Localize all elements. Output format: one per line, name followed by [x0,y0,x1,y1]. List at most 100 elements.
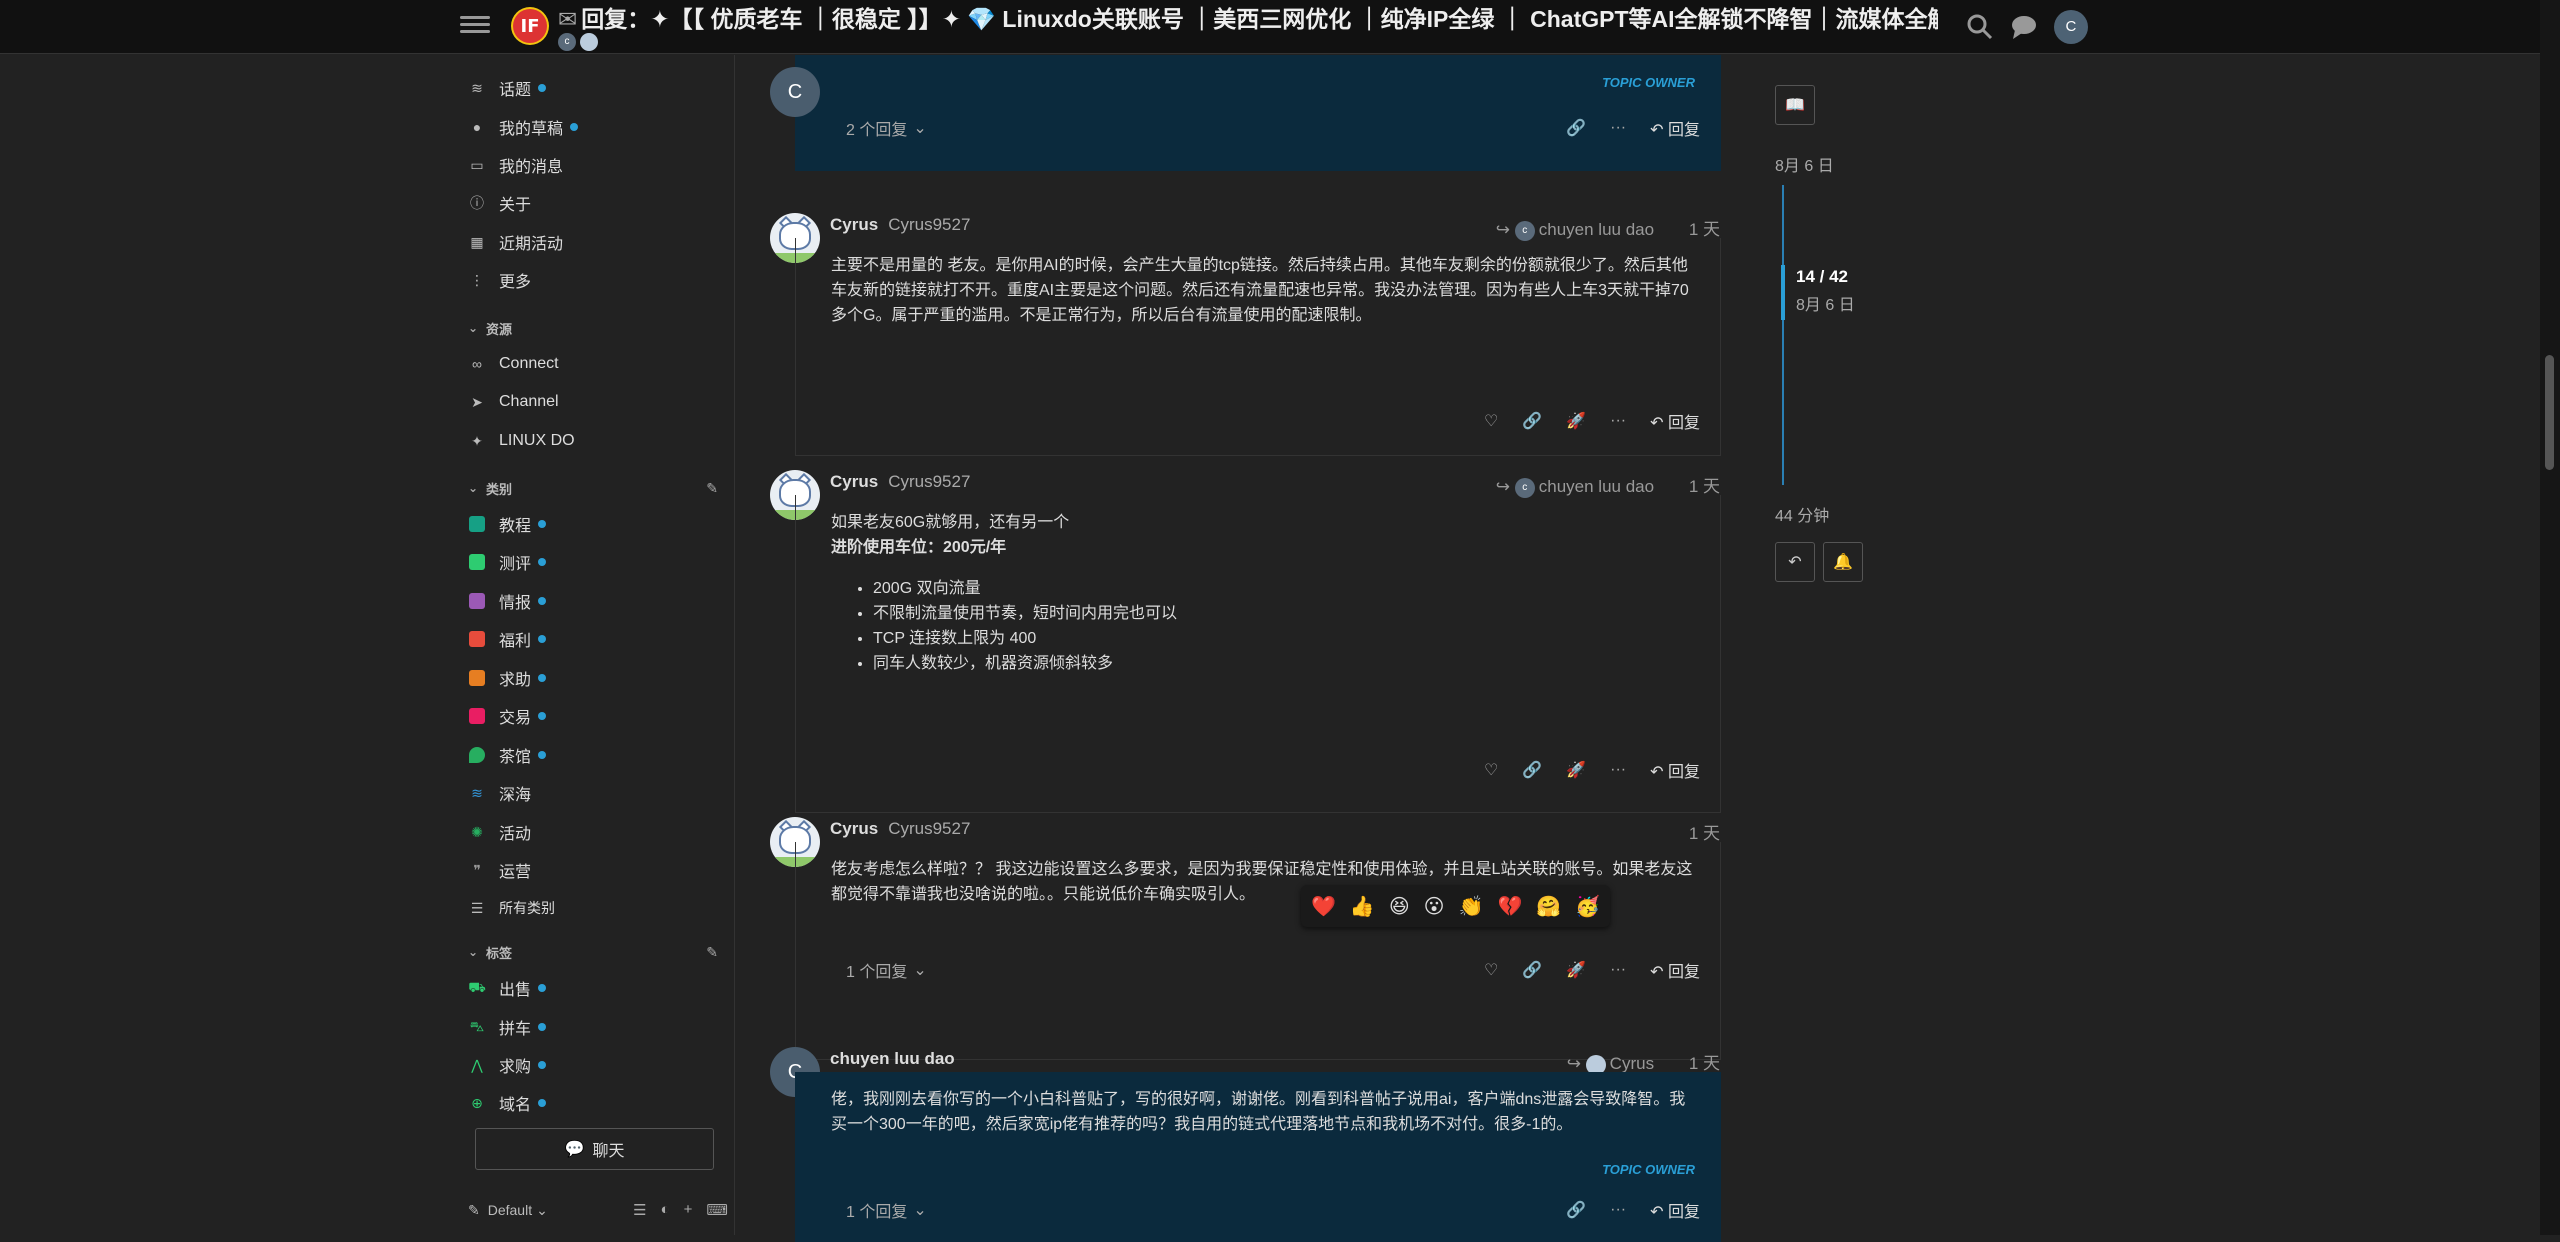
more-icon[interactable]: ··· [1610,119,1626,137]
avatar[interactable]: C [770,67,820,117]
sidebar-tag-sell[interactable]: ⛟ 出售 [468,973,547,1003]
chat-button[interactable]: 💬 聊天 [475,1128,714,1170]
reaction-heart[interactable]: ❤️ [1311,894,1336,919]
heart-icon[interactable]: ♡ [1484,760,1498,780]
post-username[interactable]: Cyrus [830,472,878,491]
post-time[interactable]: 1 天 [1689,1054,1720,1073]
theme-selector[interactable]: Default [488,1202,532,1218]
timeline-reply-button[interactable]: ↶ [1775,542,1815,582]
reply-button[interactable]: ↶ 回复 [1650,116,1700,140]
sidebar-category-tutorial[interactable]: 教程 [468,509,547,539]
topic-title[interactable]: ✉ 回复：✦【【 优质老车 ｜很稳定 】】✦ 💎 Linuxdo关联账号 ｜美西三… [558,4,1938,34]
sidebar-item-messages[interactable]: ▭ 我的消息 [468,150,563,180]
link-icon[interactable]: 🔗 [1522,760,1542,780]
pencil-icon[interactable]: ✎ [706,480,718,497]
pencil-icon[interactable]: ✎ [706,944,718,961]
sidebar-category-news[interactable]: 情报 [468,586,547,616]
sidebar-item-channel[interactable]: ➤ Channel [468,387,558,417]
heart-icon[interactable]: ♡ [1484,960,1498,980]
contrast-icon[interactable]: ◐ [661,1201,670,1219]
replies-toggle[interactable]: 1 个回复 ⌄ [846,1197,927,1223]
chat-bubble-icon[interactable] [2009,12,2039,42]
reply-button[interactable]: ↶ 回复 [1650,958,1700,982]
more-icon[interactable]: ··· [1610,761,1626,779]
replies-toggle[interactable]: 2 个回复 ⌄ [846,115,927,141]
sidebar-item-topics[interactable]: ≋ 话题 [468,73,547,103]
notification-button[interactable]: 🔔 [1823,542,1863,582]
sidebar-category-deepsea[interactable]: ≋ 深海 [468,778,531,808]
sidebar-section-resources[interactable]: ⌄ 资源 [468,316,718,340]
reply-to-link[interactable]: ↪ c chuyen luu dao [1496,477,1654,498]
post-username[interactable]: chuyen luu dao [830,1049,955,1068]
link-icon[interactable]: 🔗 [1566,118,1586,138]
sidebar-item-activity[interactable]: ▦ 近期活动 [468,227,563,257]
post-time[interactable]: 1 天 [1689,477,1720,496]
sidebar-category-teahouse[interactable]: 茶馆 [468,740,547,770]
site-logo[interactable]: IF [511,7,549,45]
user-avatar[interactable]: C [2053,10,2088,44]
reaction-hug[interactable]: 🤗 [1536,894,1561,919]
summary-button[interactable]: 📖 [1775,85,1815,125]
sidebar-tag-buy[interactable]: ⋀ 求购 [468,1050,547,1080]
more-icon[interactable]: ··· [1610,1201,1626,1219]
reaction-thumbs-up[interactable]: 👍 [1350,894,1375,919]
more-icon[interactable]: ··· [1610,412,1626,430]
post-time[interactable]: 1 天 [1689,824,1720,843]
sidebar-section-tags[interactable]: ⌄ 标签 ✎ [468,940,718,964]
sidebar-category-review[interactable]: 测评 [468,547,547,577]
sidebar-category-trade[interactable]: 交易 [468,701,547,731]
sidebar-item-about[interactable]: ⓘ 关于 [468,188,531,218]
reply-button[interactable]: ↶ 回复 [1650,1198,1700,1222]
sidebar-item-drafts[interactable]: ● 我的草稿 [468,112,579,142]
sidebar-section-categories[interactable]: ⌄ 类别 ✎ [468,476,718,500]
reply-button[interactable]: ↶ 回复 [1650,409,1700,433]
reply-to-link[interactable]: ↪ c chuyen luu dao [1496,220,1654,241]
post-time[interactable]: 1 天 [1689,220,1720,239]
sidebar-category-help[interactable]: 求助 [468,663,547,693]
sidebar-tag-carpool[interactable]: ⛍ 拼车 [468,1012,547,1042]
hamburger-menu-icon[interactable] [460,12,490,40]
reaction-party[interactable]: 🥳 [1575,894,1600,919]
page-scrollbar[interactable] [2540,0,2560,1235]
timeline-start-date[interactable]: 8月 6 日 [1775,152,1834,176]
sidebar-category-ops[interactable]: ❞ 运营 [468,855,531,885]
link-icon[interactable]: 🔗 [1566,1200,1586,1220]
sidebar-item-connect[interactable]: ∞ Connect [468,349,559,379]
post-username[interactable]: Cyrus [830,215,878,234]
post-handle[interactable]: Cyrus9527 [888,472,970,491]
sliders-icon[interactable]: ☰ [633,1201,646,1219]
replies-toggle[interactable]: 1 个回复 ⌄ [846,957,927,983]
reply-to-link[interactable]: ↪ Cyrus [1567,1054,1654,1075]
reaction-surprised[interactable]: 😮 [1424,894,1445,919]
timeline-scrollarea[interactable] [1782,185,1784,485]
sidebar-item-more[interactable]: ⋮ 更多 [468,265,531,295]
rocket-icon[interactable]: 🚀 [1566,960,1586,980]
rocket-icon[interactable]: 🚀 [1566,760,1586,780]
timeline-handle[interactable] [1781,265,1785,320]
post-handle[interactable]: Cyrus9527 [888,819,970,838]
topic-title-text[interactable]: 回复：✦【【 优质老车 ｜很稳定 】】✦ 💎 Linuxdo关联账号 ｜美西三网… [581,6,1938,32]
sidebar-all-categories[interactable]: ☰ 所有类别 [468,893,555,923]
sidebar-tag-domain[interactable]: ⊕ 域名 [468,1088,547,1118]
more-icon[interactable]: ··· [1610,961,1626,979]
reply-button[interactable]: ↶ 回复 [1650,758,1700,782]
plus-icon[interactable]: + [684,1201,693,1219]
post-username[interactable]: Cyrus [830,819,878,838]
keyboard-icon[interactable]: ⌨ [706,1201,728,1219]
search-icon[interactable] [1965,12,1995,42]
sidebar-category-welfare[interactable]: 福利 [468,624,547,654]
timeline-end[interactable]: 44 分钟 [1775,502,1829,526]
participant-avatar-cat[interactable] [580,33,598,51]
scrollbar-thumb[interactable] [2545,355,2554,470]
link-icon[interactable]: 🔗 [1522,411,1542,431]
heart-icon[interactable]: ♡ [1484,411,1498,431]
sidebar-item-linuxdo[interactable]: ✦ LINUX DO [468,426,574,456]
sidebar-category-events[interactable]: ✺ 活动 [468,817,531,847]
rocket-icon[interactable]: 🚀 [1566,411,1586,431]
reaction-clap[interactable]: 👏 [1459,894,1484,919]
post-handle[interactable]: Cyrus9527 [888,215,970,234]
participant-avatar[interactable]: c [558,33,576,51]
reaction-laugh[interactable]: 😆 [1389,894,1410,919]
reaction-broken-heart[interactable]: 💔 [1497,894,1522,919]
link-icon[interactable]: 🔗 [1522,960,1542,980]
